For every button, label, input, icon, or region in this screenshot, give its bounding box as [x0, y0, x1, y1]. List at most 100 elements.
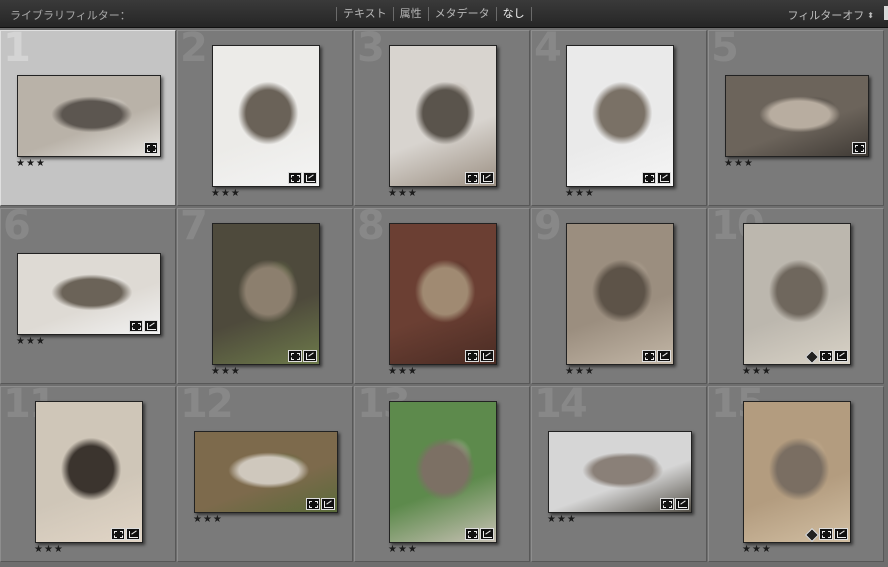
crop-icon[interactable] — [465, 350, 479, 362]
photo-thumbnail[interactable] — [17, 75, 161, 157]
photo-thumbnail[interactable] — [17, 253, 161, 335]
thumbnail-badges — [642, 350, 671, 362]
tab-none[interactable]: なし — [497, 5, 531, 23]
photo-thumbnail[interactable] — [389, 223, 497, 365]
crop-icon[interactable] — [819, 528, 833, 540]
photo-thumbnail[interactable] — [212, 45, 320, 187]
wolf-photo — [36, 402, 142, 542]
adjust-icon[interactable] — [834, 528, 848, 540]
crop-icon[interactable] — [852, 142, 866, 154]
star-rating[interactable]: ★★★ — [724, 158, 754, 169]
grid-cell[interactable]: 3 ★★★ — [354, 30, 530, 206]
wolf-photo — [744, 402, 850, 542]
grid-cell[interactable]: 9 ★★★ — [531, 208, 707, 384]
star-rating[interactable]: ★★★ — [16, 158, 46, 169]
filter-off-dropdown[interactable]: フィルターオフ ⬍ — [788, 7, 874, 23]
adjust-icon[interactable] — [657, 172, 671, 184]
photo-thumbnail[interactable] — [743, 223, 851, 365]
thumbnail-badges — [642, 172, 671, 184]
star-rating[interactable]: ★★★ — [34, 544, 64, 555]
thumbnail-badges — [144, 142, 158, 154]
adjust-icon[interactable] — [303, 172, 317, 184]
adjust-icon[interactable] — [480, 172, 494, 184]
adjust-icon[interactable] — [144, 320, 158, 332]
crop-icon[interactable] — [288, 350, 302, 362]
grid-cell[interactable]: 10 ★★★ — [708, 208, 884, 384]
photo-thumbnail[interactable] — [725, 75, 869, 157]
lock-icon[interactable] — [884, 6, 888, 20]
crop-icon[interactable] — [465, 172, 479, 184]
photo-thumbnail[interactable] — [35, 401, 143, 543]
grid-cell[interactable]: 8 ★★★ — [354, 208, 530, 384]
adjust-icon[interactable] — [480, 350, 494, 362]
tag-icon[interactable] — [805, 528, 818, 540]
grid-cell[interactable]: 6 ★★★ — [0, 208, 176, 384]
grid-cell[interactable]: 11 ★★★ — [0, 386, 176, 562]
star-rating[interactable]: ★★★ — [388, 366, 418, 377]
grid-cell[interactable]: 2 ★★★ — [177, 30, 353, 206]
wolf-photo — [18, 76, 160, 156]
crop-icon[interactable] — [465, 528, 479, 540]
photo-thumbnail[interactable] — [212, 223, 320, 365]
cell-index-number: 4 — [534, 30, 562, 71]
tag-icon[interactable] — [805, 350, 818, 362]
adjust-icon[interactable] — [126, 528, 140, 540]
crop-icon[interactable] — [660, 498, 674, 510]
star-rating[interactable]: ★★★ — [388, 544, 418, 555]
cell-index-number: 9 — [534, 208, 562, 249]
cell-index-number: 6 — [3, 208, 31, 249]
photo-thumbnail[interactable] — [566, 223, 674, 365]
crop-icon[interactable] — [306, 498, 320, 510]
crop-icon[interactable] — [642, 172, 656, 184]
grid-cell[interactable]: 13 ★★★ — [354, 386, 530, 562]
wolf-photo — [213, 46, 319, 186]
crop-icon[interactable] — [642, 350, 656, 362]
star-rating[interactable]: ★★★ — [742, 366, 772, 377]
crop-icon[interactable] — [144, 142, 158, 154]
thumbnail-badges — [852, 142, 866, 154]
star-rating[interactable]: ★★★ — [388, 188, 418, 199]
grid-cell[interactable]: 4 ★★★ — [531, 30, 707, 206]
wolf-photo — [726, 76, 868, 156]
crop-icon[interactable] — [819, 350, 833, 362]
adjust-icon[interactable] — [834, 350, 848, 362]
wolf-photo — [390, 402, 496, 542]
photo-thumbnail[interactable] — [566, 45, 674, 187]
star-rating[interactable]: ★★★ — [742, 544, 772, 555]
star-rating[interactable]: ★★★ — [16, 336, 46, 347]
grid-cell[interactable]: 12 ★★★ — [177, 386, 353, 562]
star-rating[interactable]: ★★★ — [565, 188, 595, 199]
photo-thumbnail[interactable] — [389, 401, 497, 543]
library-filter-bar: ライブラリフィルター： テキスト 属性 メタデータ なし フィルターオフ ⬍ — [0, 0, 888, 28]
updown-arrow-icon: ⬍ — [867, 10, 874, 20]
thumbnail-badges — [288, 172, 317, 184]
star-rating[interactable]: ★★★ — [211, 366, 241, 377]
star-rating[interactable]: ★★★ — [193, 514, 223, 525]
photo-thumbnail[interactable] — [389, 45, 497, 187]
adjust-icon[interactable] — [303, 350, 317, 362]
grid-cell[interactable]: 1 ★★★ — [0, 30, 176, 206]
grid-cell[interactable]: 14 ★★★ — [531, 386, 707, 562]
star-rating[interactable]: ★★★ — [565, 366, 595, 377]
crop-icon[interactable] — [111, 528, 125, 540]
cell-index-number: 12 — [180, 386, 234, 427]
grid-cell[interactable]: 7 ★★★ — [177, 208, 353, 384]
adjust-icon[interactable] — [321, 498, 335, 510]
crop-icon[interactable] — [129, 320, 143, 332]
tab-metadata[interactable]: メタデータ — [429, 5, 496, 23]
photo-thumbnail[interactable] — [548, 431, 692, 513]
adjust-icon[interactable] — [480, 528, 494, 540]
tab-text[interactable]: テキスト — [337, 5, 393, 23]
grid-cell[interactable]: 5 ★★★ — [708, 30, 884, 206]
star-rating[interactable]: ★★★ — [547, 514, 577, 525]
grid-cell[interactable]: 15 ★★★ — [708, 386, 884, 562]
tab-attribute[interactable]: 属性 — [394, 5, 428, 23]
star-rating[interactable]: ★★★ — [211, 188, 241, 199]
adjust-icon[interactable] — [657, 350, 671, 362]
adjust-icon[interactable] — [675, 498, 689, 510]
crop-icon[interactable] — [288, 172, 302, 184]
cell-index-number: 8 — [357, 208, 385, 249]
photo-thumbnail[interactable] — [743, 401, 851, 543]
cell-index-number: 7 — [180, 208, 208, 249]
photo-thumbnail[interactable] — [194, 431, 338, 513]
